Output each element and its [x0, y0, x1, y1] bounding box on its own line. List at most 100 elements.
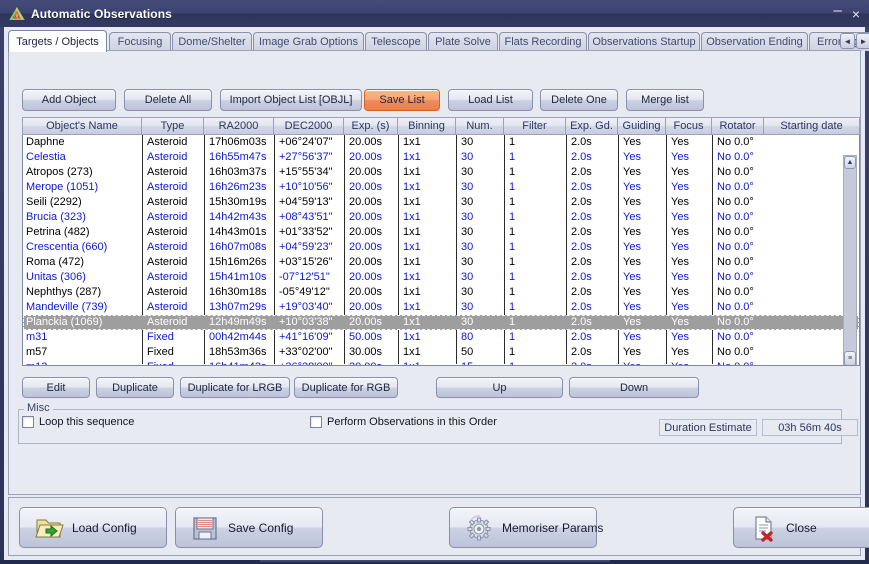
column-header-num[interactable]: Num.	[456, 117, 504, 135]
cell-dec: +10°03'38"	[279, 316, 333, 328]
memoriser-params-button[interactable]: Memoriser Params	[449, 507, 603, 548]
duplicate-for-rgb-button[interactable]: Duplicate for RGB	[294, 377, 398, 398]
column-header-guiding[interactable]: Guiding	[618, 117, 666, 135]
tab-scroll-prev-button[interactable]: ◄	[840, 33, 855, 49]
column-header-rotator[interactable]: Rotator	[712, 117, 764, 135]
cell-dec: -05°49'12"	[279, 286, 330, 298]
column-header-exp[interactable]: Exp. (s)	[344, 117, 398, 135]
tab-plate-solve[interactable]: Plate Solve	[428, 32, 498, 51]
table-row[interactable]: m57 Fixed 18h53m36s +33°02'00" 30.00s 1x1 50 1 2…	[23, 345, 859, 360]
table-row[interactable]: Seili (2292) Asteroid 15h30m19s +04°59'13" 2…	[23, 195, 859, 210]
cell-filter: 1	[509, 301, 516, 313]
table-row[interactable]: m31 Fixed 00h42m44s +41°16'09" 50.00s 1x1 80 1 2…	[23, 330, 859, 345]
cell-rotator: No 0.0°	[717, 301, 754, 313]
misc-group-label: Misc	[24, 402, 53, 414]
cell-guiding: Yes	[623, 241, 641, 253]
cell-dec: +19°03'40"	[279, 301, 333, 313]
table-vertical-scrollbar[interactable]: ▲ ≡ ▼	[843, 155, 857, 365]
perform-in-order-checkbox-box[interactable]	[310, 416, 322, 428]
close-window-button[interactable]: ×	[852, 7, 860, 21]
cell-dec: +06°24'07"	[279, 136, 333, 148]
column-header-filter[interactable]: Filter	[504, 117, 566, 135]
load-config-label: Load Config	[72, 520, 137, 535]
column-header-focus[interactable]: Focus	[666, 117, 712, 135]
table-body[interactable]: Daphne Asteroid 17h06m03s +06°24'07" 20.00s 1…	[22, 135, 860, 366]
table-row[interactable]: Merope (1051) Asteroid 16h26m23s +10°10'56"…	[23, 180, 859, 195]
tab-targets-objects[interactable]: Targets / Objects	[8, 30, 107, 52]
tab-telescope[interactable]: Telescope	[365, 32, 427, 51]
add-object-button[interactable]: Add Object	[22, 89, 116, 111]
tab-focusing[interactable]: Focusing	[109, 32, 171, 51]
move-down-button[interactable]: Down	[569, 377, 699, 398]
table-row[interactable]: Atropos (273) Asteroid 16h03m37s +15°55'34"…	[23, 165, 859, 180]
table-row[interactable]: Petrina (482) Asteroid 14h43m01s +01°33'52"…	[23, 225, 859, 240]
move-up-button[interactable]: Up	[436, 377, 563, 398]
import-object-list-button[interactable]: Import Object List [OBJL]	[220, 89, 362, 111]
cell-ra: 00h42m44s	[209, 331, 267, 343]
cell-ra: 14h43m01s	[209, 226, 267, 238]
cell-type: Asteroid	[147, 196, 188, 208]
merge-list-button[interactable]: Merge list	[626, 89, 704, 111]
cell-dec: +15°55'34"	[279, 166, 333, 178]
close-button[interactable]: Close	[733, 507, 869, 548]
tab-observations-startup[interactable]: Observations Startup	[588, 32, 700, 51]
cell-expgd: 2.0s	[571, 211, 592, 223]
cell-dec: +08°43'51"	[279, 211, 333, 223]
load-config-button[interactable]: Load Config	[19, 507, 167, 548]
load-list-button[interactable]: Load List	[448, 89, 533, 111]
table-row[interactable]: Nephthys (287) Asteroid 16h30m18s -05°49'12…	[23, 285, 859, 300]
table-row[interactable]: Mandeville (739) Asteroid 13h07m29s +19°03'…	[23, 300, 859, 315]
table-row[interactable]: Crescentia (660) Asteroid 16h07m08s +04°59'…	[23, 240, 859, 255]
cell-focus: Yes	[671, 241, 689, 253]
cell-exp: 50.00s	[349, 331, 383, 343]
table-row[interactable]: Unitas (306) Asteroid 15h41m10s -07°12'51" 2…	[23, 270, 859, 285]
cell-name: Celestia	[26, 151, 66, 163]
tab-scroll-next-button[interactable]: ►	[856, 33, 869, 49]
duplicate-button[interactable]: Duplicate	[96, 377, 174, 398]
delete-one-button[interactable]: Delete One	[540, 89, 618, 111]
cell-binning: 1x1	[403, 301, 421, 313]
cell-dec: +41°16'09"	[279, 331, 333, 343]
column-header-object-name[interactable]: Object's Name	[22, 117, 142, 135]
save-config-button[interactable]: Save Config	[175, 507, 323, 548]
perform-in-order-checkbox[interactable]: Perform Observations in this Order	[310, 416, 497, 428]
cell-name: Roma (472)	[26, 256, 85, 268]
table-row[interactable]: Roma (472) Asteroid 15h16m26s +03°15'26" 20.…	[23, 255, 859, 270]
table-row[interactable]: Planckia (1069) Asteroid 12h49m49s +10°03'3…	[23, 315, 859, 330]
cell-num: 30	[461, 226, 474, 238]
loop-sequence-checkbox[interactable]: Loop this sequence	[22, 416, 134, 428]
column-header-starting-date[interactable]: Starting date	[764, 117, 860, 135]
table-header-row: Object's Name Type RA2000 DEC2000 Exp. (…	[22, 117, 860, 135]
cell-ra: 16h26m23s	[209, 181, 267, 193]
loop-sequence-checkbox-box[interactable]	[22, 416, 34, 428]
scrollbar-thumb[interactable]: ≡	[844, 351, 856, 365]
desktop-strip-highlight	[260, 560, 610, 562]
tab-flats-recording[interactable]: Flats Recording	[499, 32, 587, 51]
tab-observation-ending[interactable]: Observation Ending	[701, 32, 808, 51]
table-row[interactable]: Daphne Asteroid 17h06m03s +06°24'07" 20.00s 1…	[23, 135, 859, 150]
cell-binning: 1x1	[403, 286, 421, 298]
duplicate-for-lrgb-button[interactable]: Duplicate for LRGB	[180, 377, 290, 398]
cell-num: 30	[461, 286, 474, 298]
minimize-button[interactable]: –	[833, 3, 841, 18]
table-row[interactable]: m13Fixed16h41m42s+36°28'00"20.00s1x11512…	[23, 360, 859, 365]
tab-image-grab-options[interactable]: Image Grab Options	[253, 32, 364, 51]
cell-guiding: Yes	[620, 360, 665, 365]
cell-filter: 1	[509, 151, 516, 163]
tab-dome-shelter[interactable]: Dome/Shelter	[172, 32, 252, 51]
cell-expgd: 2.0s	[568, 360, 617, 365]
scroll-up-icon[interactable]: ▲	[844, 156, 856, 169]
cell-expgd: 2.0s	[571, 286, 592, 298]
column-header-ra2000[interactable]: RA2000	[204, 117, 274, 135]
column-header-type[interactable]: Type	[142, 117, 204, 135]
cell-binning: 1x1	[403, 136, 421, 148]
table-row[interactable]: Celestia Asteroid 16h55m47s +27°56'37" 20.00…	[23, 150, 859, 165]
column-header-exp-gd[interactable]: Exp. Gd.	[566, 117, 618, 135]
table-row[interactable]: Brucia (323) Asteroid 14h42m43s +08°43'51" 2…	[23, 210, 859, 225]
edit-button[interactable]: Edit	[22, 377, 90, 398]
cell-type: Asteroid	[147, 271, 188, 283]
delete-all-button[interactable]: Delete All	[124, 89, 212, 111]
column-header-binning[interactable]: Binning	[398, 117, 456, 135]
save-list-button[interactable]: Save List	[364, 89, 440, 111]
column-header-dec2000[interactable]: DEC2000	[274, 117, 344, 135]
